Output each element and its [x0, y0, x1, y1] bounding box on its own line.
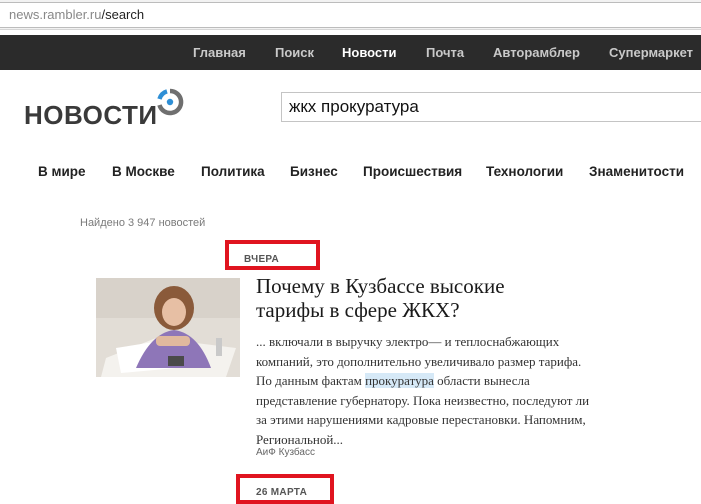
logo-ring-icon [157, 88, 184, 116]
category-celebrities[interactable]: Знаменитости [589, 164, 684, 179]
results-count: Найдено 3 947 новостей [80, 217, 206, 229]
search-input[interactable]: жкх прокуратура [281, 92, 701, 122]
top-navigation: Главная Поиск Новости Почта Авторамблер … [0, 35, 701, 70]
browser-address-bar: news.rambler.ru/search [0, 0, 701, 30]
search-term-highlight: прокуратура [365, 373, 434, 388]
category-incidents[interactable]: Происшествия [363, 164, 462, 179]
date-group-highlight: ВЧЕРА [225, 240, 320, 270]
article-title[interactable]: Почему в Кузбассе высокие тарифы в сфере… [256, 274, 576, 322]
topnav-autorambler[interactable]: Авторамблер [493, 35, 580, 70]
date-label-march-26: 26 МАРТА [256, 487, 308, 498]
category-business[interactable]: Бизнес [290, 164, 338, 179]
category-moscow[interactable]: В Москве [112, 164, 175, 179]
category-world[interactable]: В мире [38, 164, 86, 179]
topnav-mail[interactable]: Почта [426, 35, 464, 70]
url-host: news.rambler.ru [9, 7, 102, 22]
topnav-search[interactable]: Поиск [275, 35, 314, 70]
category-technology[interactable]: Технологии [486, 164, 563, 179]
topnav-news[interactable]: Новости [342, 35, 397, 70]
topnav-home[interactable]: Главная [193, 35, 246, 70]
article-snippet: ... включали в выручку электро— и теплос… [256, 332, 596, 449]
url-field[interactable]: news.rambler.ru/search [0, 2, 701, 28]
article-thumbnail[interactable] [96, 278, 240, 377]
article-source[interactable]: АиФ Кузбасс [256, 447, 315, 458]
article-photo [96, 278, 240, 377]
news-logo[interactable]: НОВОСТИ [24, 100, 158, 131]
date-label-yesterday: ВЧЕРА [244, 254, 280, 265]
url-path: /search [101, 7, 145, 22]
category-politics[interactable]: Политика [201, 164, 265, 179]
date-group-highlight: 26 МАРТА [236, 474, 334, 504]
topnav-supermarket[interactable]: Супермаркет [609, 35, 693, 70]
